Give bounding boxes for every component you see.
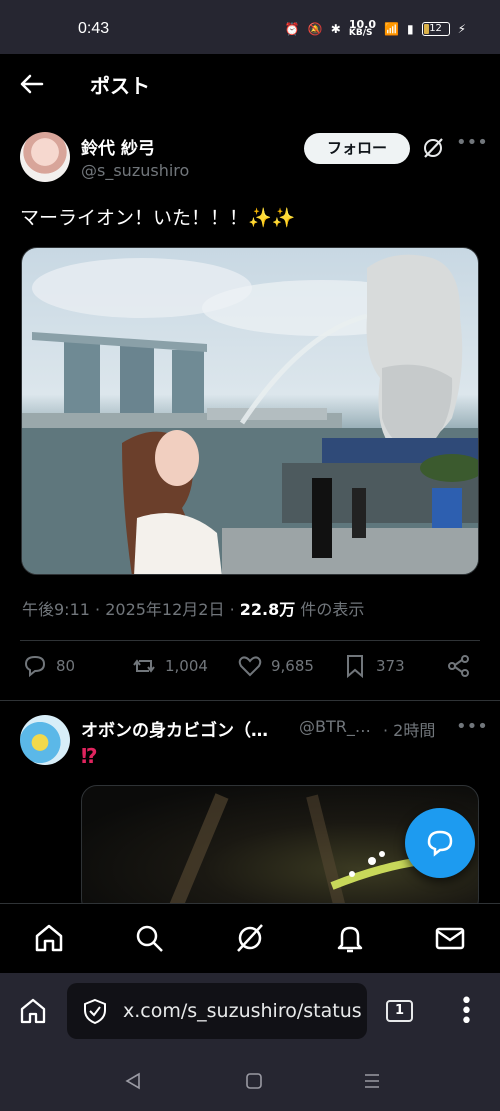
- home-icon[interactable]: [32, 921, 66, 955]
- battery-level: 12: [429, 23, 442, 34]
- post-author: 鈴代 紗弓 @s_suzushiro フォロー •••: [20, 130, 488, 186]
- bluetooth-icon: ✱: [330, 22, 341, 36]
- repost-button[interactable]: 1,004: [131, 653, 208, 679]
- post-text: マーライオン！いた！！！✨✨: [20, 207, 296, 229]
- tab-switcher-button[interactable]: 1: [386, 1000, 413, 1022]
- views-count: 22.8万: [239, 600, 296, 619]
- alarm-icon: ⏰: [284, 22, 300, 36]
- bookmark-icon: [347, 655, 363, 679]
- browser-home-icon[interactable]: [18, 996, 48, 1026]
- repost-icon: [133, 659, 155, 673]
- back-triangle-icon[interactable]: [123, 1071, 143, 1091]
- home-square-icon[interactable]: [244, 1071, 264, 1091]
- repost-count: 1,004: [165, 657, 208, 675]
- mail-icon[interactable]: [433, 921, 467, 955]
- reply-avatar[interactable]: [20, 715, 70, 765]
- more-icon[interactable]: •••: [456, 716, 488, 737]
- reply-count: 80: [56, 657, 76, 675]
- bookmark-button[interactable]: 373: [342, 653, 405, 679]
- reply-author-name[interactable]: オボンの身カビゴン（…: [81, 716, 268, 741]
- post-time: 午後9:11: [22, 600, 90, 619]
- post-date: 2025年12月2日: [105, 600, 225, 619]
- secure-shield-icon[interactable]: [81, 997, 109, 1025]
- battery-icon: 12: [421, 22, 450, 36]
- charging-icon: ⚡: [457, 22, 466, 36]
- follow-button[interactable]: フォロー: [304, 133, 410, 164]
- like-count: 9,685: [271, 657, 314, 675]
- status-time: 0:43: [78, 20, 110, 37]
- back-arrow-icon[interactable]: [18, 72, 46, 96]
- reply-button[interactable]: 80: [22, 653, 75, 679]
- post-header: ポスト: [0, 54, 500, 114]
- status-icons: ⏰ 🔕 ✱ 10.0 KB/S 📶 ▮ 12 ⚡: [284, 18, 466, 38]
- bell-icon[interactable]: [333, 921, 367, 955]
- reply-author-handle[interactable]: @BTR_…: [299, 717, 371, 736]
- grok-icon[interactable]: [421, 136, 445, 160]
- net-speed: 10.0 KB/S: [348, 18, 376, 38]
- post-image[interactable]: [21, 247, 479, 575]
- system-navigation: [0, 1051, 500, 1111]
- heart-icon: [238, 656, 262, 677]
- browser-toolbar: x.com/s_suzushiro/status 1 • • •: [0, 973, 500, 1051]
- recents-icon[interactable]: [362, 1071, 382, 1091]
- share-icon: [448, 655, 469, 677]
- author-avatar[interactable]: [20, 132, 70, 182]
- divider: [20, 640, 480, 641]
- post-actions: 80 1,004 9,685 373: [22, 653, 482, 687]
- search-icon[interactable]: [132, 921, 166, 955]
- page-title: ポスト: [90, 74, 150, 98]
- views-label: 件の表示: [300, 600, 365, 619]
- url-text[interactable]: x.com/s_suzushiro/status: [123, 1000, 362, 1022]
- mute-icon: 🔕: [307, 22, 323, 36]
- merlion-photo: [22, 254, 478, 574]
- author-handle[interactable]: @s_suzushiro: [81, 161, 189, 180]
- bookmark-count: 373: [376, 657, 405, 675]
- like-button[interactable]: 9,685: [237, 653, 314, 679]
- grok-icon[interactable]: [233, 921, 267, 955]
- wifi-icon: 📶: [384, 22, 399, 36]
- signal-icon: ▮: [406, 22, 414, 36]
- post-meta: 午後9:11 · 2025年12月2日 · 22.8万 件の表示: [22, 600, 365, 619]
- share-button[interactable]: [446, 653, 472, 679]
- compose-button[interactable]: [405, 808, 475, 878]
- chat-bubble-icon: [427, 830, 453, 857]
- reply-text: ⁉: [81, 744, 98, 768]
- reply-icon: [24, 655, 46, 678]
- status-bar: 0:43 ⏰ 🔕 ✱ 10.0 KB/S 📶 ▮ 12 ⚡: [0, 0, 500, 54]
- more-icon[interactable]: •••: [456, 134, 488, 156]
- bottom-navigation: [0, 903, 500, 973]
- author-name[interactable]: 鈴代 紗弓: [81, 134, 155, 159]
- reply-time: · 2時間: [383, 721, 436, 740]
- browser-menu-icon[interactable]: • • •: [460, 991, 473, 1033]
- url-bar[interactable]: x.com/s_suzushiro/status: [67, 983, 367, 1039]
- divider: [0, 700, 500, 701]
